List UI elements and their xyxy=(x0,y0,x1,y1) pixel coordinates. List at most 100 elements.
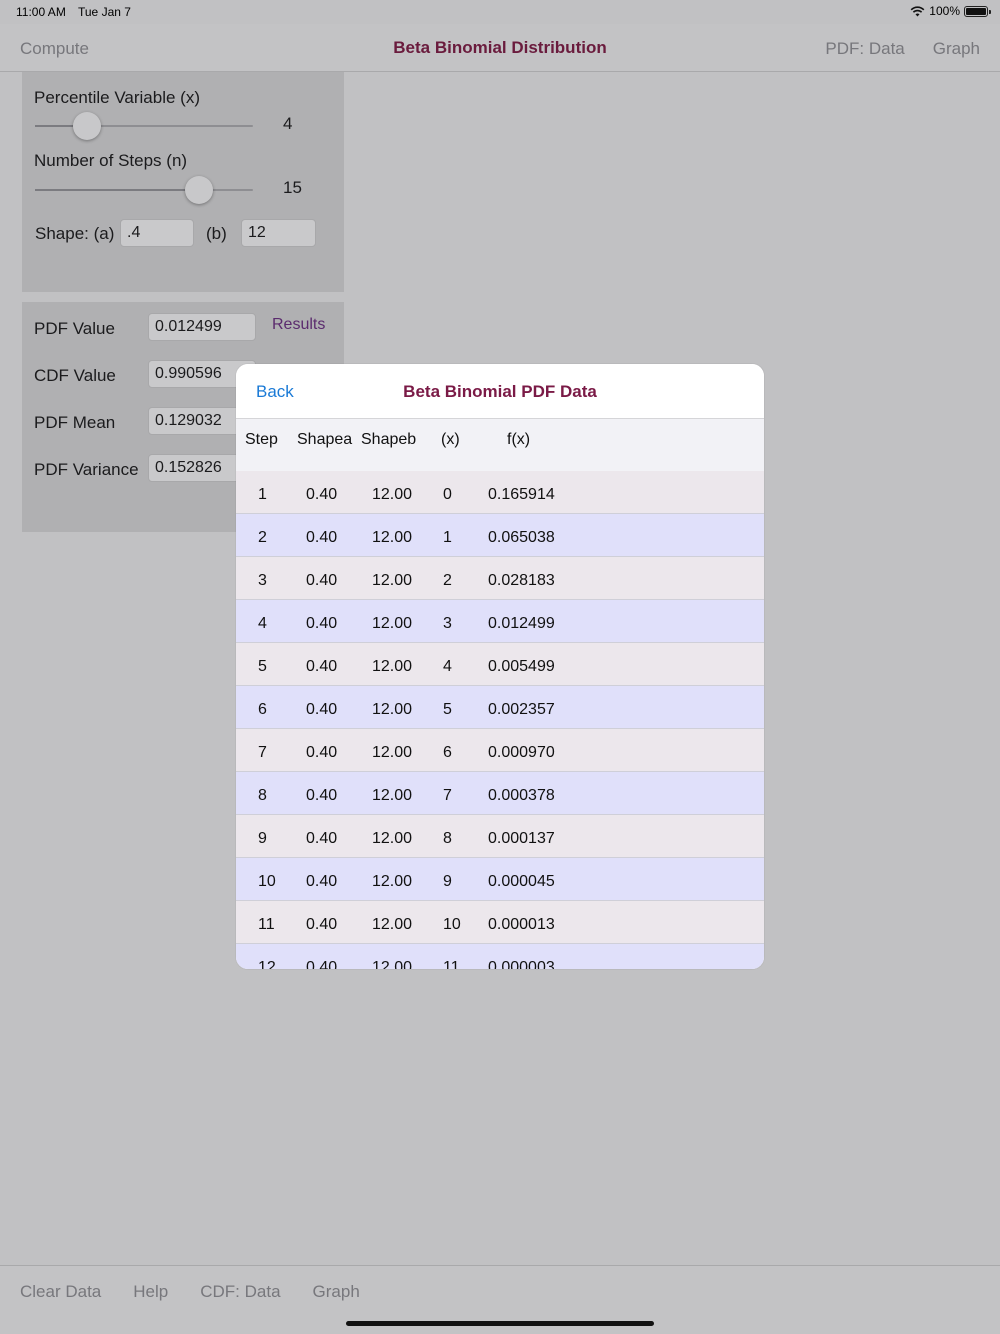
cell-x: 11 xyxy=(443,959,460,969)
header-fx: f(x) xyxy=(507,431,531,448)
cell-step: 5 xyxy=(258,658,267,675)
cell-x: 10 xyxy=(443,916,461,933)
battery-percent: 100% xyxy=(929,4,960,18)
header-x: (x) xyxy=(441,431,460,448)
percentile-slider[interactable] xyxy=(35,112,253,140)
cell-step: 11 xyxy=(258,916,275,933)
table-row: 4 0.40 12.00 3 0.012499 xyxy=(236,600,764,643)
cell-fx: 0.002357 xyxy=(488,701,555,718)
battery-icon xyxy=(964,5,991,17)
cdf-value-label: CDF Value xyxy=(34,366,116,385)
shape-b-label: (b) xyxy=(206,224,227,243)
cell-shapea: 0.40 xyxy=(306,959,338,969)
cell-x: 7 xyxy=(443,787,452,804)
table-row: 3 0.40 12.00 2 0.028183 xyxy=(236,557,764,600)
cell-shapea: 0.40 xyxy=(306,873,338,890)
cell-shapea: 0.40 xyxy=(306,486,338,503)
cell-shapeb: 12.00 xyxy=(372,701,413,718)
cell-x: 5 xyxy=(443,701,452,718)
cell-shapea: 0.40 xyxy=(306,701,338,718)
cell-shapea: 0.40 xyxy=(306,916,338,933)
cell-shapeb: 12.00 xyxy=(372,959,413,969)
cell-step: 9 xyxy=(258,830,267,847)
cell-x: 0 xyxy=(443,486,452,503)
cell-fx: 0.065038 xyxy=(488,529,555,546)
status-date: Tue Jan 7 xyxy=(78,5,131,19)
cell-x: 9 xyxy=(443,873,452,890)
pdf-variance-label: PDF Variance xyxy=(34,460,139,479)
cell-shapeb: 12.00 xyxy=(372,873,413,890)
cell-fx: 0.012499 xyxy=(488,615,555,632)
home-indicator xyxy=(346,1321,654,1326)
table-row: 2 0.40 12.00 1 0.065038 xyxy=(236,514,764,557)
shape-a-field[interactable]: .4 xyxy=(120,219,194,247)
cell-fx: 0.165914 xyxy=(488,486,555,503)
cell-step: 2 xyxy=(258,529,267,546)
cell-step: 12 xyxy=(258,959,276,969)
cell-step: 4 xyxy=(258,615,267,632)
cell-fx: 0.000378 xyxy=(488,787,555,804)
cell-fx: 0.000045 xyxy=(488,873,555,890)
cell-shapea: 0.40 xyxy=(306,830,338,847)
cell-fx: 0.005499 xyxy=(488,658,555,675)
cell-shapeb: 12.00 xyxy=(372,744,413,761)
steps-value: 15 xyxy=(283,178,302,197)
graph-button[interactable]: Graph xyxy=(933,39,980,59)
cell-fx: 0.000970 xyxy=(488,744,555,761)
results-button[interactable]: Results xyxy=(272,316,325,334)
cell-shapeb: 12.00 xyxy=(372,787,413,804)
cell-x: 8 xyxy=(443,830,452,847)
table-row: 9 0.40 12.00 8 0.000137 xyxy=(236,815,764,858)
navigation-bar: Compute Beta Binomial Distribution PDF: … xyxy=(0,24,1000,72)
data-table[interactable]: 1 0.40 12.00 0 0.165914 2 0.40 12.00 1 0.065038 3 0… xyxy=(236,471,764,969)
percentile-slider-knob[interactable] xyxy=(73,112,102,140)
cell-shapea: 0.40 xyxy=(306,787,338,804)
cell-shapeb: 12.00 xyxy=(372,486,413,503)
steps-label: Number of Steps (n) xyxy=(34,151,188,170)
cell-shapeb: 12.00 xyxy=(372,830,413,847)
cell-shapeb: 12.00 xyxy=(372,529,413,546)
table-row: 11 0.40 12.00 10 0.000013 xyxy=(236,901,764,944)
header-step: Step xyxy=(245,431,278,448)
cell-shapea: 0.40 xyxy=(306,658,338,675)
cell-fx: 0.000003 xyxy=(488,959,555,969)
steps-slider[interactable] xyxy=(35,176,253,204)
toolbar-graph-button[interactable]: Graph xyxy=(313,1282,360,1302)
cell-shapea: 0.40 xyxy=(306,615,338,632)
cell-shapeb: 12.00 xyxy=(372,916,413,933)
table-header: Step Shapea Shapeb (x) f(x) xyxy=(236,419,764,471)
steps-slider-knob[interactable] xyxy=(184,176,213,204)
help-button[interactable]: Help xyxy=(133,1282,168,1302)
pdf-data-modal: Back Beta Binomial PDF Data Step Shapea … xyxy=(236,364,764,969)
shape-a-label: Shape: (a) xyxy=(35,224,115,243)
cell-step: 6 xyxy=(258,701,267,718)
pdf-data-button[interactable]: PDF: Data xyxy=(825,39,904,59)
table-row: 12 0.40 12.00 11 0.000003 xyxy=(236,944,764,969)
cell-step: 10 xyxy=(258,873,276,890)
cdf-data-button[interactable]: CDF: Data xyxy=(200,1282,280,1302)
status-bar: 11:00 AM Tue Jan 7 100% xyxy=(0,0,1000,24)
percentile-value: 4 xyxy=(283,114,293,133)
clear-data-button[interactable]: Clear Data xyxy=(20,1282,101,1302)
wifi-icon xyxy=(910,5,925,16)
pdf-mean-label: PDF Mean xyxy=(34,413,116,432)
modal-header: Back Beta Binomial PDF Data xyxy=(236,364,764,419)
header-shapea: Shapea xyxy=(297,431,353,448)
cell-step: 8 xyxy=(258,787,267,804)
cell-step: 1 xyxy=(258,486,267,503)
modal-title: Beta Binomial PDF Data xyxy=(403,382,597,401)
cell-shapeb: 12.00 xyxy=(372,572,413,589)
header-shapeb: Shapeb xyxy=(361,431,417,448)
pdf-value-field: 0.012499 xyxy=(148,313,256,341)
table-row: 7 0.40 12.00 6 0.000970 xyxy=(236,729,764,772)
table-row: 6 0.40 12.00 5 0.002357 xyxy=(236,686,764,729)
cell-fx: 0.028183 xyxy=(488,572,555,589)
table-row: 1 0.40 12.00 0 0.165914 xyxy=(236,471,764,514)
cell-shapea: 0.40 xyxy=(306,572,338,589)
shape-b-field[interactable]: 12 xyxy=(241,219,316,247)
table-row: 10 0.40 12.00 9 0.000045 xyxy=(236,858,764,901)
cell-fx: 0.000137 xyxy=(488,830,555,847)
cell-x: 4 xyxy=(443,658,452,675)
cell-x: 6 xyxy=(443,744,452,761)
cell-fx: 0.000013 xyxy=(488,916,555,933)
